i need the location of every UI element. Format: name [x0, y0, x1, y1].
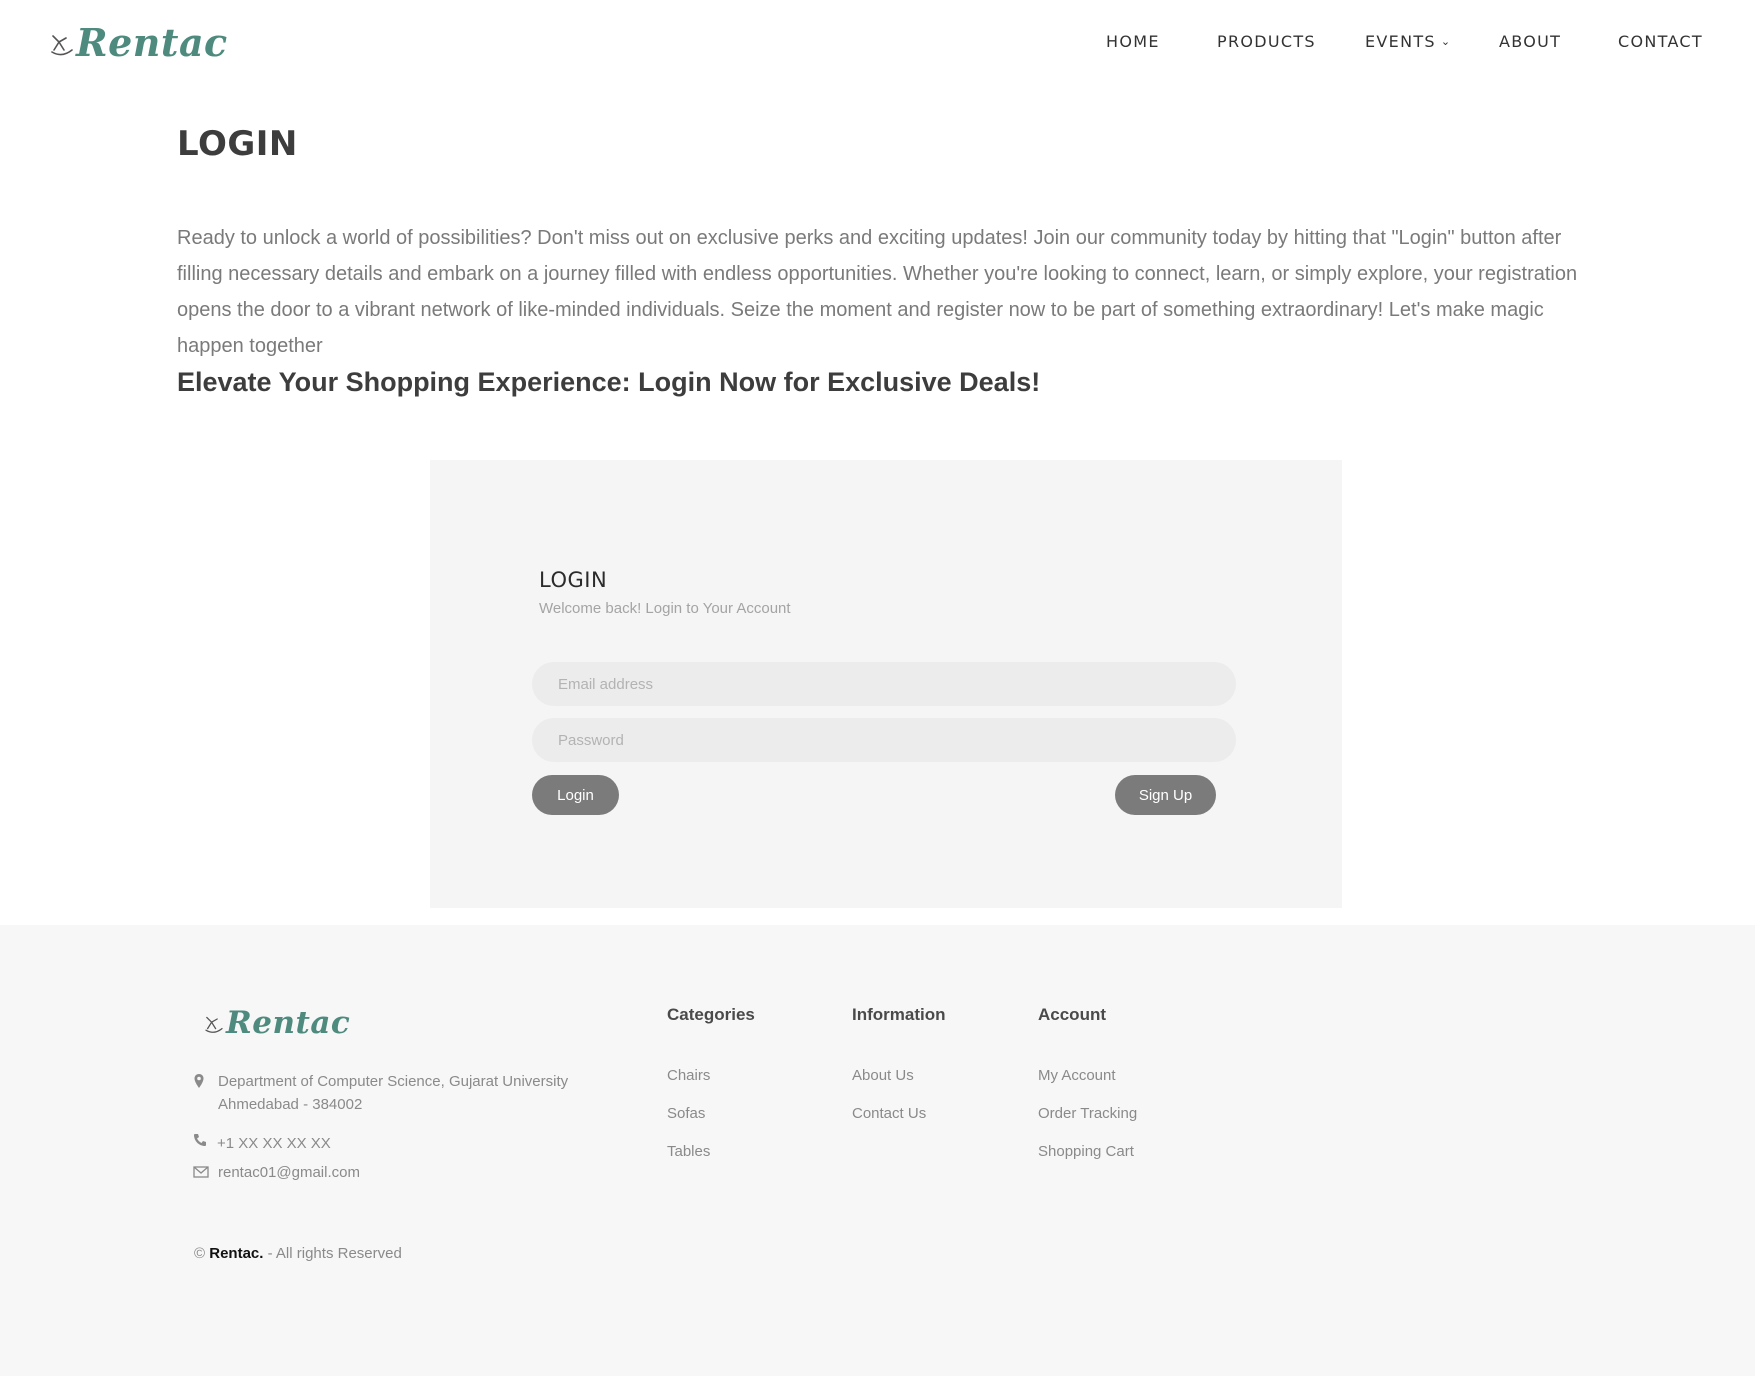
page-title: LOGIN [177, 124, 298, 164]
nav-events-label: EVENTS [1365, 32, 1436, 51]
footer-link-shopping-cart[interactable]: Shopping Cart [1038, 1143, 1134, 1160]
nav-events[interactable]: EVENTS ⌄ [1365, 32, 1451, 51]
signup-button[interactable]: Sign Up [1115, 775, 1216, 815]
footer-address-line1: Department of Computer Science, Gujarat … [218, 1073, 569, 1090]
login-button[interactable]: Login [532, 775, 619, 815]
mail-icon [193, 1166, 209, 1178]
site-footer: Rentac Department of Computer Science, G… [0, 925, 1755, 1376]
nav-products[interactable]: PRODUCTS [1217, 32, 1316, 51]
site-header: Rentac HOME PRODUCTS EVENTS ⌄ ABOUT CONTA… [0, 0, 1755, 86]
phone-icon [194, 1134, 206, 1146]
map-pin-icon [194, 1074, 204, 1088]
nav-about[interactable]: ABOUT [1499, 32, 1561, 51]
login-form-subtitle: Welcome back! Login to Your Account [539, 600, 791, 617]
footer-email[interactable]: rentac01@gmail.com [218, 1161, 360, 1184]
footer-col-title-categories: Categories [667, 1005, 755, 1024]
copyright-brand: Rentac. [209, 1245, 264, 1262]
footer-col-title-information: Information [852, 1005, 946, 1024]
nav-home[interactable]: HOME [1106, 32, 1160, 51]
copyright: © Rentac. - All rights Reserved [194, 1245, 402, 1262]
footer-link-my-account[interactable]: My Account [1038, 1067, 1116, 1084]
email-field[interactable] [532, 662, 1236, 706]
section-subheading: Elevate Your Shopping Experience: Login … [177, 367, 1041, 397]
footer-logo-text: Rentac [226, 1005, 351, 1041]
copyright-symbol: © [194, 1245, 206, 1262]
password-field[interactable] [532, 718, 1236, 762]
login-form-title: LOGIN [539, 568, 608, 592]
copyright-text: - All rights Reserved [267, 1245, 402, 1262]
footer-link-contact-us[interactable]: Contact Us [852, 1105, 926, 1122]
main-nav: HOME PRODUCTS EVENTS ⌄ ABOUT CONTACT [0, 32, 1755, 56]
footer-link-about-us[interactable]: About Us [852, 1067, 914, 1084]
footer-address-line2: Ahmedabad - 384002 [218, 1096, 363, 1113]
footer-link-chairs[interactable]: Chairs [667, 1067, 710, 1084]
footer-link-tables[interactable]: Tables [667, 1143, 710, 1160]
login-card: LOGIN Welcome back! Login to Your Accoun… [430, 460, 1342, 908]
footer-link-sofas[interactable]: Sofas [667, 1105, 705, 1122]
footer-col-title-account: Account [1038, 1005, 1106, 1024]
nav-contact[interactable]: CONTACT [1618, 32, 1703, 51]
footer-logo[interactable]: Rentac [204, 1005, 350, 1041]
footer-phone: +1 XX XX XX XX [217, 1135, 331, 1152]
intro-paragraph: Ready to unlock a world of possibilities… [177, 227, 1578, 357]
footer-link-order-tracking[interactable]: Order Tracking [1038, 1105, 1137, 1122]
chevron-down-icon: ⌄ [1440, 35, 1452, 48]
rocking-horse-logo-icon [205, 1016, 223, 1033]
